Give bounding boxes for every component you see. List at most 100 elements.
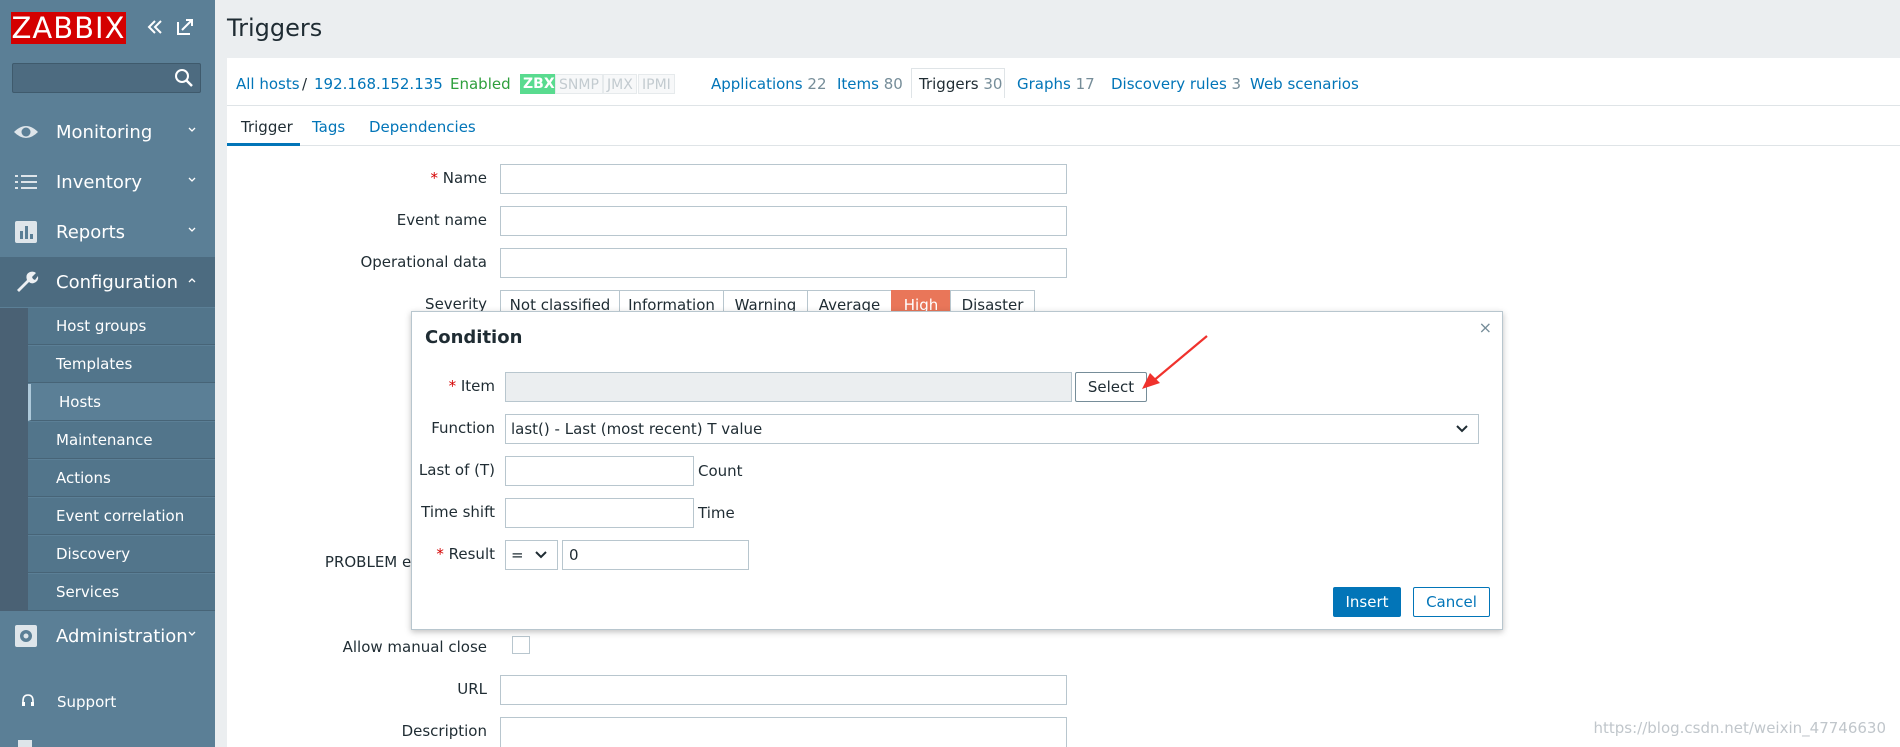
web-scenarios-link[interactable]: Web scenarios [1250, 75, 1359, 93]
host-navigation: All hosts / 192.168.152.135 Enabled ZBX … [227, 58, 1900, 106]
menu-administration[interactable]: Administration [0, 611, 215, 661]
submenu-event-correlation[interactable]: Event correlation [28, 498, 215, 535]
availability-zbx: ZBX [520, 74, 558, 94]
tab-trigger[interactable]: Trigger [241, 118, 293, 136]
tab-tags[interactable]: Tags [312, 118, 345, 136]
result-label: * Result [436, 545, 495, 563]
headset-icon [22, 694, 34, 706]
function-label: Function [431, 419, 495, 437]
label-text: Name [442, 169, 487, 187]
wrench-icon [17, 271, 39, 292]
result-value-input[interactable]: 0 [562, 540, 749, 570]
chevron-down-icon [188, 227, 196, 232]
zabbix-logo[interactable]: ZABBIX [11, 12, 126, 44]
sidebar: ZABBIX Monitoring Inventory Reports Conf… [0, 0, 215, 747]
link-label: Graphs [1017, 75, 1071, 93]
sidebar-bottom-icon [18, 740, 32, 747]
applications-link[interactable]: Applications 22 [711, 75, 827, 93]
menu-label: Monitoring [56, 121, 153, 143]
availability-ipmi: IPMI [638, 74, 675, 94]
event-name-input[interactable] [500, 206, 1067, 236]
link-label: Discovery rules [1111, 75, 1227, 93]
item-label: * Item [448, 377, 495, 395]
discovery-rules-link[interactable]: Discovery rules 3 [1111, 75, 1241, 93]
watermark: https://blog.csdn.net/weixin_47746630 [1593, 719, 1886, 737]
bar-chart-icon [15, 221, 37, 243]
chevron-down-icon [535, 551, 547, 559]
last-of-input[interactable] [505, 456, 694, 486]
submenu-host-groups[interactable]: Host groups [28, 308, 215, 345]
collapse-sidebar-icon[interactable] [144, 16, 166, 38]
cancel-button[interactable]: Cancel [1413, 587, 1490, 617]
eye-icon [14, 126, 38, 138]
menu-monitoring[interactable]: Monitoring [0, 107, 215, 157]
item-input[interactable] [505, 372, 1072, 402]
time-shift-unit: Time [698, 504, 735, 522]
last-of-unit: Count [698, 462, 743, 480]
form-tabs: Trigger Tags Dependencies [227, 106, 1900, 146]
chevron-down-icon [1456, 425, 1468, 433]
chevron-down-icon [188, 127, 196, 132]
time-shift-input[interactable] [505, 498, 694, 528]
link-label: Triggers [919, 75, 979, 93]
description-textarea[interactable] [500, 717, 1067, 747]
submenu-services[interactable]: Services [28, 574, 215, 611]
label-text: Item [460, 377, 495, 395]
submenu-discovery[interactable]: Discovery [28, 536, 215, 573]
label-text: Result [448, 545, 495, 563]
support-link[interactable]: Support [0, 690, 215, 720]
availability-snmp: SNMP [555, 74, 603, 94]
name-input[interactable] [500, 164, 1067, 194]
url-input[interactable] [500, 675, 1067, 705]
operational-data-label: Operational data [360, 253, 487, 271]
search-icon[interactable] [174, 68, 194, 88]
submenu-actions[interactable]: Actions [28, 460, 215, 497]
gear-icon [15, 625, 37, 647]
allow-manual-close-label: Allow manual close [342, 638, 487, 656]
list-icon [15, 175, 37, 189]
description-label: Description [401, 722, 487, 740]
link-count: 17 [1075, 75, 1095, 93]
menu-label: Configuration [56, 271, 179, 293]
menu-label: Inventory [56, 171, 142, 193]
graphs-link[interactable]: Graphs 17 [1017, 75, 1095, 93]
submenu-templates[interactable]: Templates [28, 346, 215, 383]
triggers-link[interactable]: Triggers 30 [919, 75, 1002, 93]
result-operator-select[interactable]: = [505, 540, 558, 570]
search-input[interactable] [12, 63, 201, 93]
menu-reports[interactable]: Reports [0, 207, 215, 257]
link-count: 30 [983, 75, 1003, 93]
result-operator-value: = [511, 546, 524, 564]
all-hosts-link[interactable]: All hosts [236, 75, 300, 93]
menu-inventory[interactable]: Inventory [0, 157, 215, 207]
availability-jmx: JMX [603, 74, 637, 94]
condition-dialog: Condition × * Item Select Function last(… [411, 311, 1503, 630]
event-name-label: Event name [396, 211, 487, 229]
annotation-arrow-icon [1142, 335, 1208, 389]
insert-button[interactable]: Insert [1333, 587, 1401, 617]
link-count: 3 [1231, 75, 1242, 93]
time-shift-label: Time shift [421, 503, 495, 521]
submenu-hosts[interactable]: Hosts [28, 384, 215, 421]
url-label: URL [457, 680, 487, 698]
name-label: * Name [430, 169, 487, 187]
submenu-maintenance[interactable]: Maintenance [28, 422, 215, 459]
host-status-enabled[interactable]: Enabled [450, 75, 511, 93]
tab-dependencies[interactable]: Dependencies [369, 118, 476, 136]
kiosk-mode-icon[interactable] [174, 16, 196, 38]
link-count: 80 [883, 75, 903, 93]
last-of-label: Last of (T) [418, 461, 495, 479]
close-icon[interactable]: × [1479, 318, 1492, 337]
operational-data-input[interactable] [500, 248, 1067, 278]
items-link[interactable]: Items 80 [837, 75, 903, 93]
allow-manual-close-checkbox[interactable] [512, 636, 530, 654]
logo-row: ZABBIX [0, 0, 215, 58]
function-value: last() - Last (most recent) T value [511, 420, 763, 438]
host-link[interactable]: 192.168.152.135 [314, 75, 443, 93]
dialog-title: Condition [425, 327, 523, 348]
page-title: Triggers [227, 14, 323, 42]
link-count: 22 [807, 75, 827, 93]
function-select[interactable]: last() - Last (most recent) T value [505, 414, 1479, 444]
menu-configuration[interactable]: Configuration [0, 257, 215, 307]
menu-label: Reports [56, 221, 126, 243]
